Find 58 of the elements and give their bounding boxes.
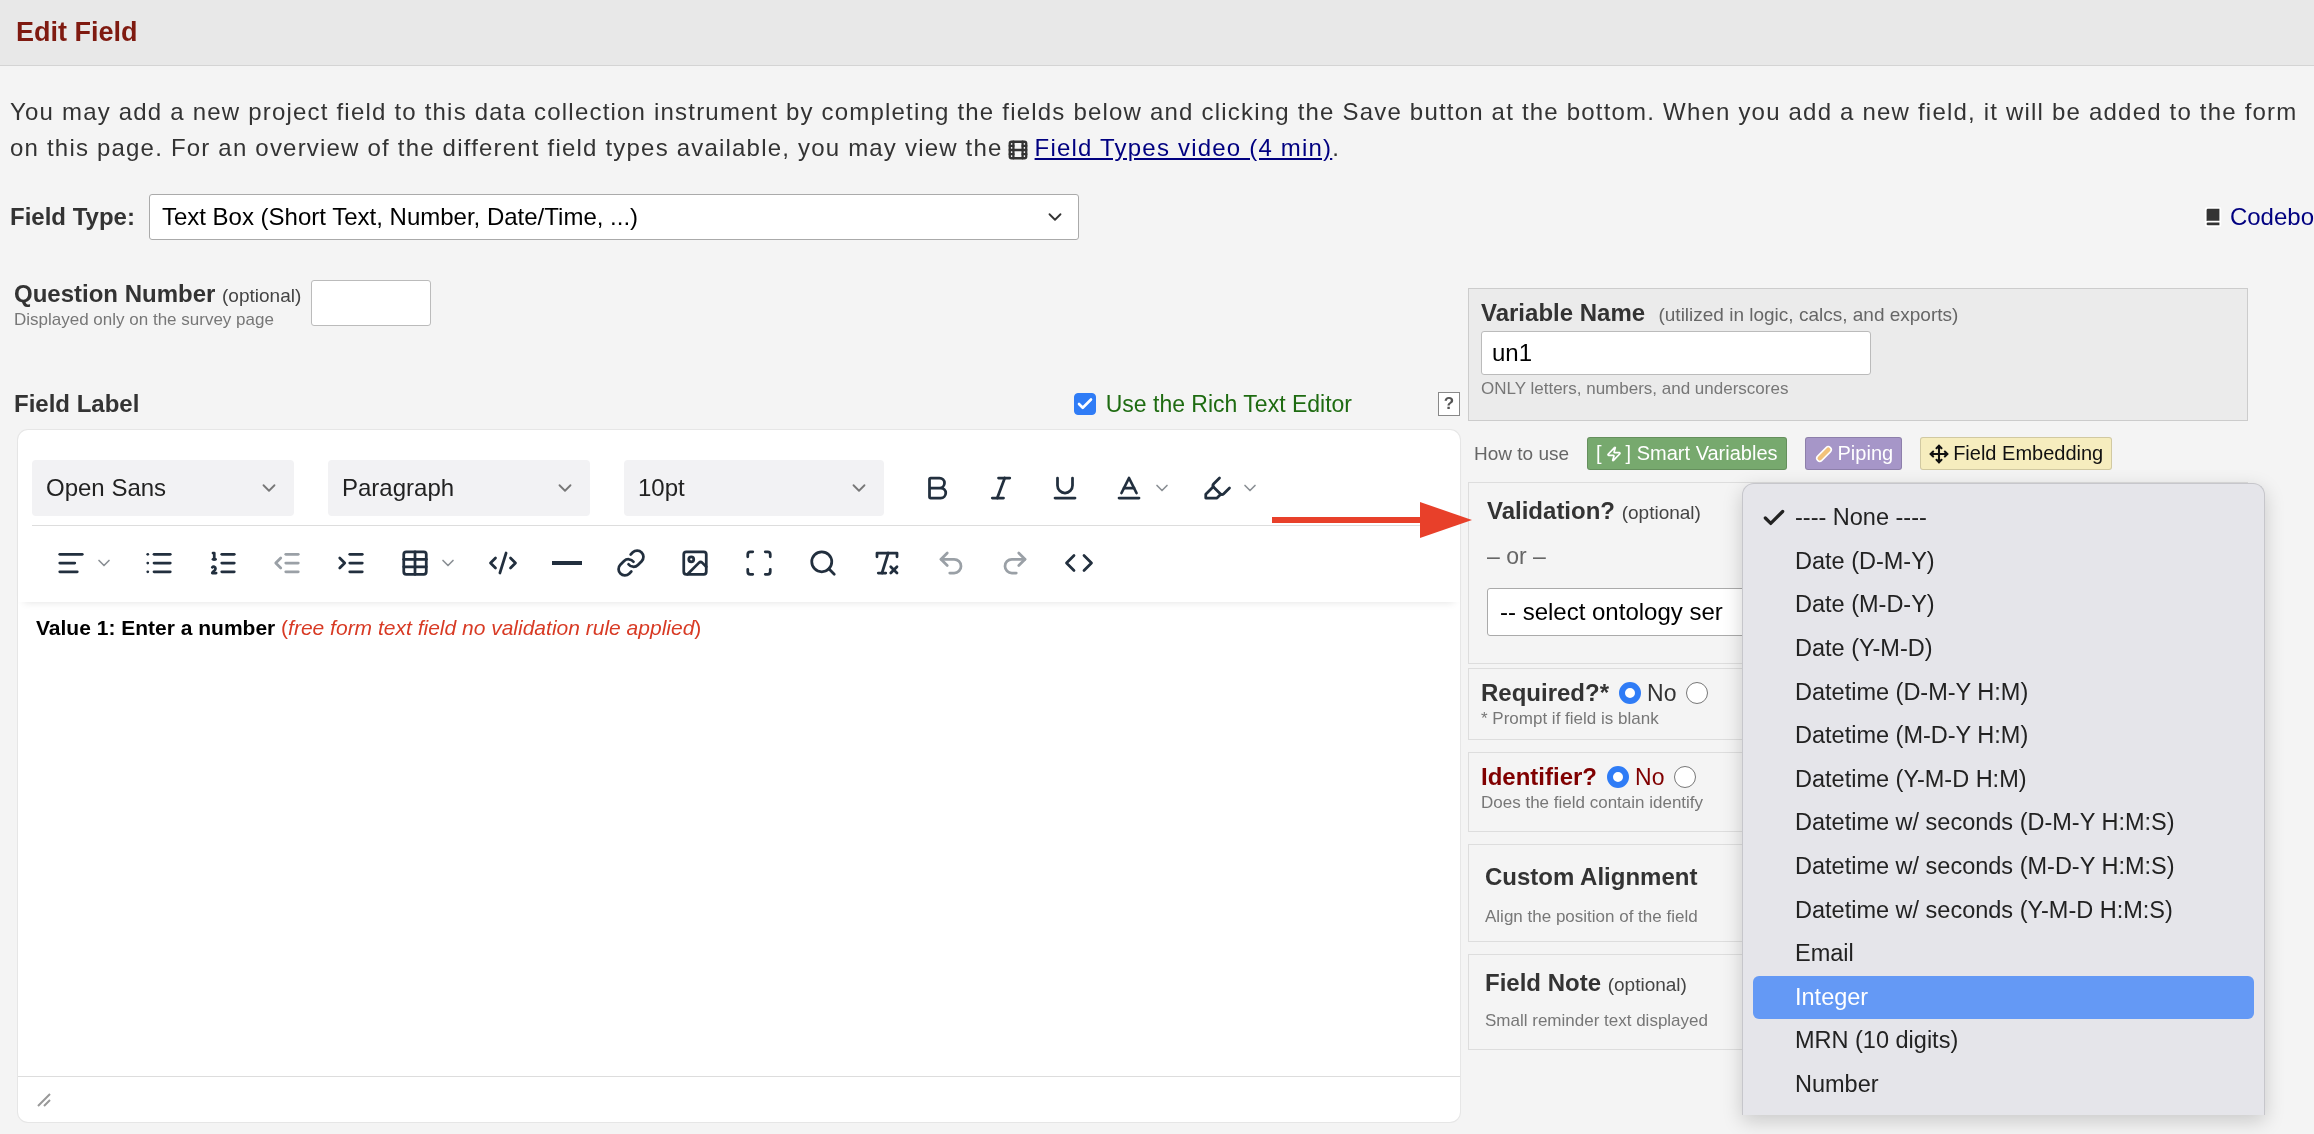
field-note-hint: Small reminder text displayed bbox=[1485, 1011, 1708, 1031]
radio-button[interactable] bbox=[1607, 766, 1629, 788]
move-icon bbox=[1929, 443, 1950, 464]
menu-item[interactable]: ---- None ---- bbox=[1753, 496, 2254, 540]
variable-name-label: Variable Name bbox=[1481, 299, 1646, 326]
page-title: Edit Field bbox=[16, 17, 138, 48]
intro-paragraph: You may add a new project field to this data collection instrument by completing the fields below and clicking the Save button at the bottom. When you add a new field, it will be added to the form on this page. For an overview of the different field types available, you may view the Field Types video (4 min). bbox=[10, 97, 2299, 163]
lightning-icon bbox=[1605, 445, 1622, 462]
menu-item[interactable]: Number bbox=[1753, 1062, 2254, 1107]
menu-item[interactable]: MRN (10 digits) bbox=[1753, 1019, 2254, 1063]
required-hint: * Prompt if field is blank bbox=[1481, 709, 1659, 729]
menu-item[interactable]: Datetime (M-D-Y H:M) bbox=[1753, 713, 2254, 758]
question-number-hint: Displayed only on the survey page bbox=[14, 310, 274, 330]
how-to-use-label: How to use bbox=[1474, 442, 1570, 465]
menu-item[interactable]: Datetime w/ seconds (D-M-Y H:M:S) bbox=[1753, 801, 2254, 845]
radio-label[interactable]: No bbox=[1647, 679, 1677, 707]
menu-item[interactable]: Datetime w/ seconds (Y-M-D H:M:S) bbox=[1753, 888, 2254, 932]
rich-text-editor-checkbox[interactable]: Use the Rich Text Editor bbox=[1073, 390, 1352, 418]
help-button[interactable]: ? bbox=[1438, 392, 1460, 416]
fullscreen-icon bbox=[744, 548, 774, 578]
search-icon bbox=[808, 548, 838, 578]
font-size-select[interactable]: 10pt bbox=[624, 459, 884, 516]
radio-button[interactable] bbox=[1686, 682, 1709, 704]
question-number-label: Question Number (optional) bbox=[14, 280, 302, 307]
or-separator: – or – bbox=[1487, 543, 1546, 569]
required-label: Required?* bbox=[1481, 679, 1609, 707]
validation-label: Validation? (optional) bbox=[1487, 497, 1701, 524]
block-format-select[interactable]: Paragraph bbox=[328, 459, 590, 516]
table-icon bbox=[400, 548, 430, 578]
variable-name-hint: (utilized in logic, calcs, and exports) bbox=[1658, 304, 1959, 325]
menu-item[interactable]: Datetime (Y-M-D H:M) bbox=[1753, 757, 2254, 802]
resize-handle-icon[interactable] bbox=[36, 1091, 52, 1108]
variable-name-note: ONLY letters, numbers, and underscores bbox=[1481, 379, 1789, 399]
field-label-label: Field Label bbox=[14, 390, 140, 418]
custom-alignment-label: Custom Alignment bbox=[1485, 863, 1698, 890]
menu-item[interactable]: Datetime w/ seconds (M-D-Y H:M:S) bbox=[1753, 844, 2254, 889]
radio-label[interactable]: No bbox=[1635, 763, 1665, 791]
identifier-hint: Does the field contain identify bbox=[1481, 793, 1704, 813]
codebook-link[interactable]: Codebo bbox=[2201, 203, 2314, 231]
question-number-field[interactable] bbox=[311, 280, 432, 326]
menu-item[interactable]: Datetime (D-M-Y H:M) bbox=[1753, 670, 2254, 714]
identifier-label: Identifier? bbox=[1481, 763, 1597, 791]
field-type-label: Field Type: bbox=[10, 203, 135, 231]
film-icon bbox=[1006, 138, 1029, 161]
menu-item[interactable]: Date (D-M-Y) bbox=[1753, 539, 2254, 584]
variable-name-field[interactable]: un1 bbox=[1481, 331, 1871, 375]
radio-button[interactable] bbox=[1619, 682, 1641, 704]
radio-button[interactable] bbox=[1674, 766, 1697, 788]
field-types-video-link[interactable]: Field Types video (4 min) bbox=[1034, 134, 1333, 161]
custom-alignment-hint: Align the position of the field bbox=[1485, 907, 1698, 927]
field-type-select[interactable]: Text Box (Short Text, Number, Date/Time, ...) bbox=[148, 194, 1079, 240]
image-icon bbox=[680, 548, 710, 578]
link-icon bbox=[616, 548, 646, 578]
font-select[interactable]: Open Sans bbox=[32, 459, 294, 516]
menu-item[interactable]: Email bbox=[1753, 931, 2254, 976]
help-badge[interactable]: Field Embedding bbox=[1920, 437, 2113, 470]
field-note-label: Field Note (optional) bbox=[1485, 969, 1687, 996]
editor-content-text: Value 1: Enter a number (free form text field no validation rule applied) bbox=[36, 616, 703, 640]
